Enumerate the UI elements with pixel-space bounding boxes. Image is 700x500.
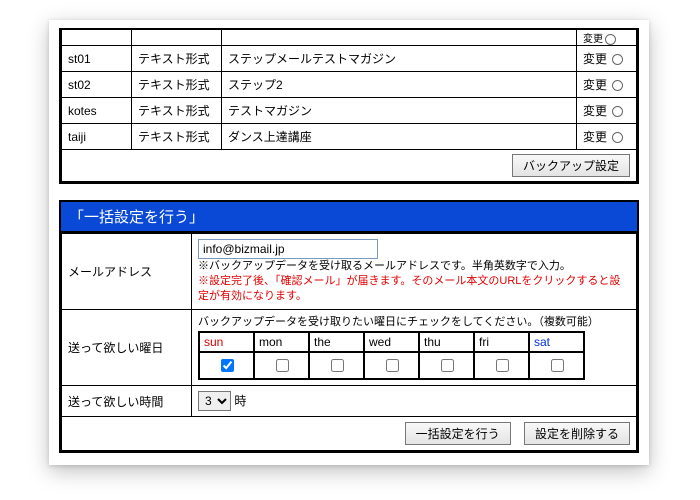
radio-icon[interactable] — [605, 34, 616, 45]
bulk-submit-button[interactable]: 一括設定を行う — [405, 422, 511, 445]
day-check-fri[interactable] — [496, 359, 509, 372]
day-header-wed: wed — [364, 332, 419, 352]
radio-icon[interactable] — [612, 54, 623, 65]
change-label: 変更 — [583, 78, 607, 92]
cell-format: テキスト形式 — [132, 72, 222, 98]
cell-format: テキスト形式 — [132, 98, 222, 124]
table-row: taiji テキスト形式 ダンス上達講座 変更 — [62, 124, 637, 150]
cell-id: st01 — [62, 46, 132, 72]
cell-id: st02 — [62, 72, 132, 98]
day-check-sat[interactable] — [551, 359, 564, 372]
cell-name: ダンス上達講座 — [222, 124, 577, 150]
day-header-thu: thu — [419, 332, 474, 352]
cell-format: テキスト形式 — [132, 124, 222, 150]
main-panel: 変更 st01 テキスト形式 ステップメールテストマガジン 変更 st02 テキ… — [49, 20, 649, 465]
bulk-delete-button[interactable]: 設定を削除する — [524, 422, 630, 445]
time-unit: 時 — [234, 394, 246, 408]
bulk-actions: 一括設定を行う 設定を削除する — [62, 417, 637, 451]
day-header-sat: sat — [529, 332, 584, 352]
table-row: kotes テキスト形式 テストマガジン 変更 — [62, 98, 637, 124]
table-footer: バックアップ設定 — [62, 150, 637, 182]
email-input[interactable] — [198, 239, 378, 259]
day-header-the: the — [309, 332, 364, 352]
cell-name: テストマガジン — [222, 98, 577, 124]
day-header-mon: mon — [254, 332, 309, 352]
radio-icon[interactable] — [612, 132, 623, 143]
bulk-settings-frame: 「一括設定を行う」 メールアドレス ※バックアップデータを受け取るメールアドレス… — [59, 200, 639, 453]
day-check-mon[interactable] — [276, 359, 289, 372]
radio-icon[interactable] — [612, 80, 623, 91]
table-row: 変更 — [62, 30, 637, 46]
email-note-2: ※設定完了後、「確認メール」が届きます。そのメール本文のURLをクリックすると設… — [198, 274, 630, 304]
bulk-title: 「一括設定を行う」 — [61, 202, 637, 233]
backup-settings-button[interactable]: バックアップ設定 — [512, 154, 630, 177]
magazine-table-frame: 変更 st01 テキスト形式 ステップメールテストマガジン 変更 st02 テキ… — [59, 28, 639, 184]
cell-format: テキスト形式 — [132, 46, 222, 72]
table-row: st02 テキスト形式 ステップ2 変更 — [62, 72, 637, 98]
day-check-sun[interactable] — [221, 359, 234, 372]
email-label: メールアドレス — [62, 234, 192, 310]
days-label: 送って欲しい曜日 — [62, 309, 192, 386]
cell-id: kotes — [62, 98, 132, 124]
time-label: 送って欲しい時間 — [62, 386, 192, 417]
day-check-thu[interactable] — [441, 359, 454, 372]
days-table: sun mon the wed thu fri sat — [198, 331, 585, 380]
magazine-table: 変更 st01 テキスト形式 ステップメールテストマガジン 変更 st02 テキ… — [61, 30, 637, 182]
email-note-1: ※バックアップデータを受け取るメールアドレスです。半角英数字で入力。 — [198, 259, 630, 274]
day-check-wed[interactable] — [386, 359, 399, 372]
cell-id: taiji — [62, 124, 132, 150]
cell-name: ステップメールテストマガジン — [222, 46, 577, 72]
cell-name: ステップ2 — [222, 72, 577, 98]
time-select[interactable]: 3 — [198, 391, 231, 411]
days-note: バックアップデータを受け取りたい曜日にチェックをしてください。（複数可能） — [198, 315, 630, 330]
bulk-form: メールアドレス ※バックアップデータを受け取るメールアドレスです。半角英数字で入… — [61, 233, 637, 451]
change-label: 変更 — [583, 52, 607, 66]
change-label: 変更 — [583, 104, 607, 118]
change-label: 変更 — [583, 130, 607, 144]
day-check-the[interactable] — [331, 359, 344, 372]
change-label: 変更 — [583, 34, 603, 45]
radio-icon[interactable] — [612, 106, 623, 117]
table-row: st01 テキスト形式 ステップメールテストマガジン 変更 — [62, 46, 637, 72]
day-header-fri: fri — [474, 332, 529, 352]
day-header-sun: sun — [199, 332, 254, 352]
